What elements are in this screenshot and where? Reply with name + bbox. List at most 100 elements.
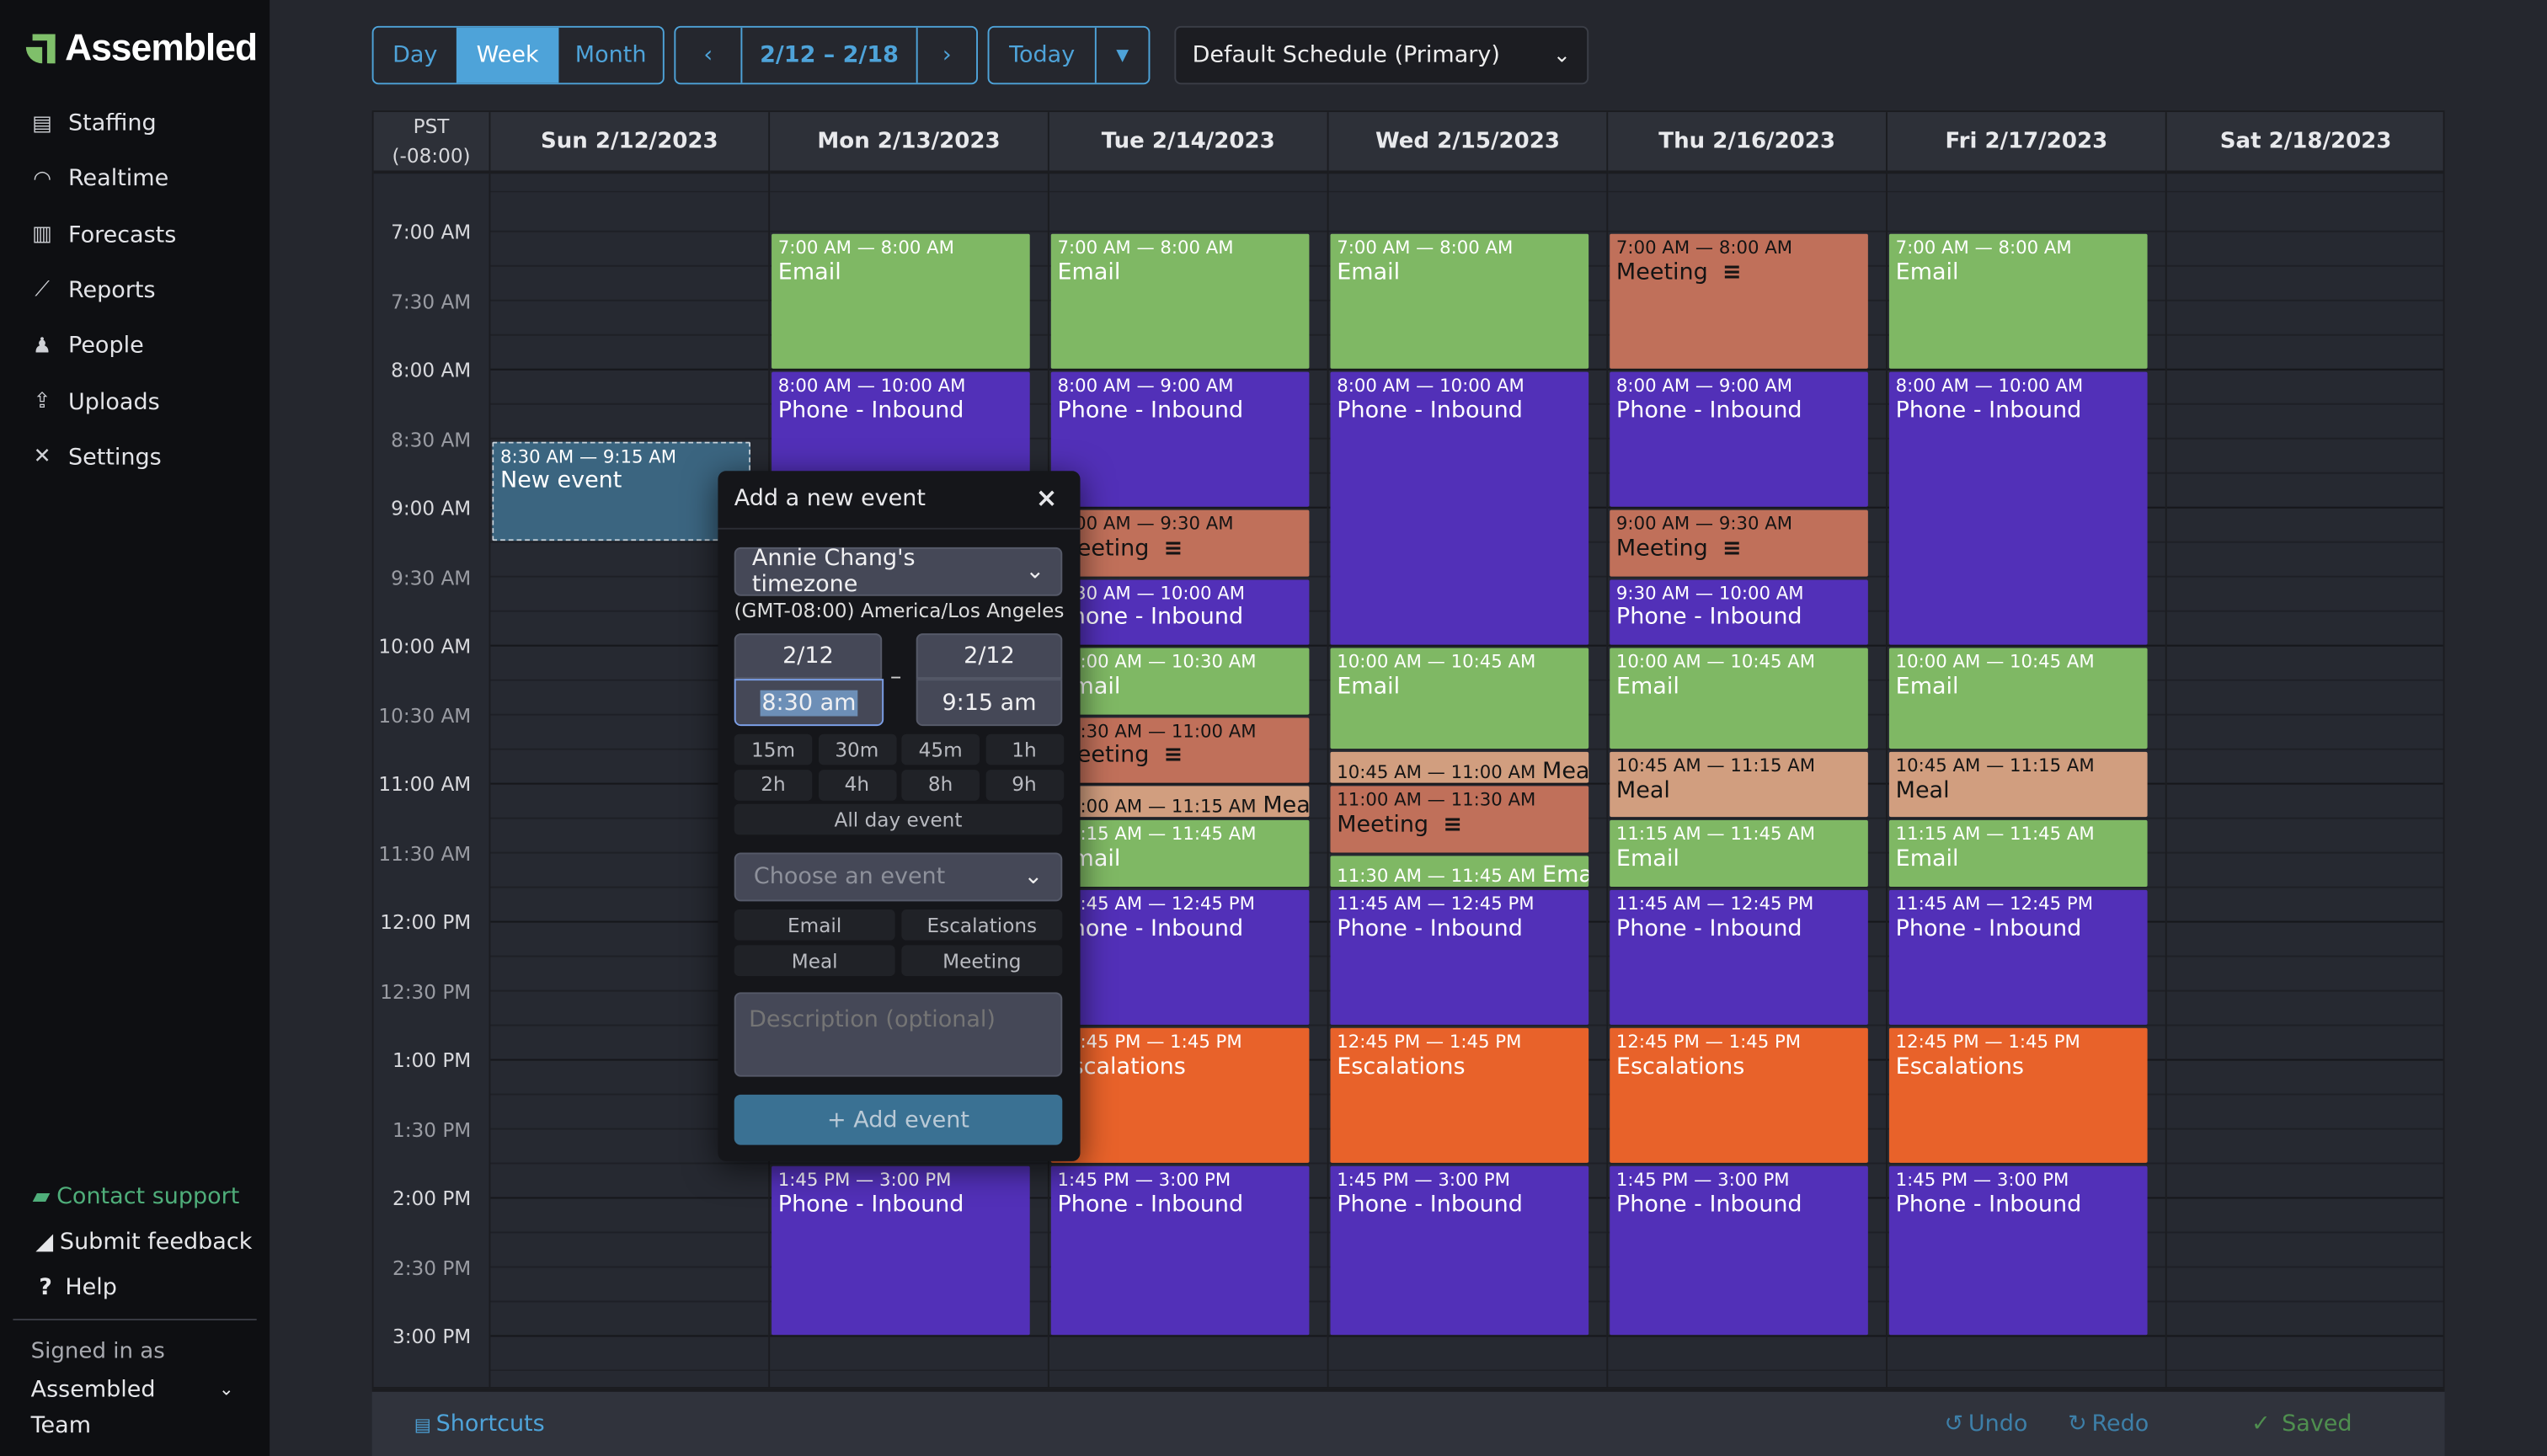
event-block[interactable]: 10:00 AM — 10:45 AM Email (1330, 648, 1589, 749)
description-input[interactable] (734, 992, 1063, 1077)
event-block[interactable]: 10:00 AM — 10:45 AM Email (1610, 648, 1868, 749)
undo-button[interactable]: ↺ Undo (1944, 1411, 2027, 1437)
start-date-input[interactable]: 2/12 (734, 633, 883, 680)
sidebar-item-realtime[interactable]: ◠ Realtime (29, 166, 168, 192)
start-time-input[interactable]: 8:30 am (734, 679, 884, 727)
sidebar-item-settings[interactable]: ✕ Settings (29, 445, 162, 471)
sidebar-item-people[interactable]: ♟ People (29, 333, 144, 360)
event-block[interactable]: 9:30 AM — 10:00 AM Phone - Inbound (1050, 579, 1310, 645)
all-day-event-button[interactable]: All day event (734, 803, 1063, 835)
logo[interactable]: Assembled (25, 26, 258, 70)
duration-15m-button[interactable]: 15m (734, 733, 813, 765)
event-block[interactable]: 9:00 AM — 9:30 AM Meeting ≡ (1050, 509, 1310, 576)
submit-feedback-link[interactable]: ◢ Submit feedback (35, 1229, 252, 1256)
sidebar-item-staffing[interactable]: ▤ Staffing (29, 110, 156, 136)
event-block[interactable]: 10:30 AM — 11:00 AM Meeting ≡ (1050, 717, 1310, 783)
day-column[interactable]: 7:00 AM — 8:00 AM Email 8:00 AM — 10:00 AM… (1887, 173, 2167, 1387)
day-header[interactable]: Thu 2/16/2023 (1608, 112, 1888, 174)
event-block[interactable]: 11:00 AM — 11:30 AM Meeting ≡ (1330, 786, 1589, 852)
event-type-escalations-button[interactable]: Escalations (901, 909, 1063, 941)
add-event-button[interactable]: + Add event (734, 1094, 1063, 1145)
day-column[interactable]: 7:00 AM — 8:00 AM Meeting ≡ 8:00 AM — 9:00… (1608, 173, 1888, 1387)
day-header[interactable]: Wed 2/15/2023 (1328, 112, 1609, 174)
event-block[interactable]: 12:45 PM — 1:45 PM Escalations (1050, 1027, 1310, 1163)
event-block[interactable]: 11:45 AM — 12:45 PM Phone - Inbound (1888, 889, 2148, 1025)
event-block[interactable]: 7:00 AM — 8:00 AM Email (1050, 233, 1310, 369)
day-header[interactable]: Fri 2/17/2023 (1887, 112, 2167, 174)
event-block[interactable]: 8:00 AM — 10:00 AM Phone - Inbound (1888, 371, 2148, 645)
event-block[interactable]: 8:00 AM — 10:00 AM Phone - Inbound (1330, 371, 1589, 645)
duration-45m-button[interactable]: 45m (901, 733, 980, 765)
event-block[interactable]: 1:45 PM — 3:00 PM Phone - Inbound (1330, 1165, 1589, 1336)
event-block[interactable]: 11:30 AM — 11:45 AM Email (1330, 855, 1589, 887)
end-date-input[interactable]: 2/12 (916, 633, 1063, 680)
event-block[interactable]: 8:00 AM — 9:00 AM Phone - Inbound (1610, 371, 1868, 507)
event-block[interactable]: 11:15 AM — 11:45 AM Email (1610, 820, 1868, 887)
event-type-meal-button[interactable]: Meal (734, 945, 895, 977)
today-dropdown-button[interactable]: ▼ (1094, 27, 1149, 83)
event-block[interactable]: 7:00 AM — 8:00 AM Meeting ≡ (1610, 233, 1868, 369)
day-header[interactable]: Mon 2/13/2023 (770, 112, 1049, 174)
date-range-button[interactable]: 2/12 – 2/18 (740, 27, 916, 83)
sidebar-item-forecasts[interactable]: ▥ Forecasts (29, 221, 176, 248)
day-column[interactable]: 7:00 AM — 8:00 AM Email 8:00 AM — 9:00 AM P… (1049, 173, 1329, 1387)
event-block[interactable]: 7:00 AM — 8:00 AM Email (1330, 233, 1589, 369)
sidebar-item-uploads[interactable]: ⇪ Uploads (29, 389, 160, 415)
event-type-email-button[interactable]: Email (734, 909, 895, 941)
event-block[interactable]: 9:30 AM — 10:00 AM Phone - Inbound (1610, 579, 1868, 645)
schedule-select[interactable]: Default Schedule (Primary) ⌄ (1174, 25, 1589, 85)
redo-button[interactable]: ↻ Redo (2068, 1411, 2149, 1437)
event-block[interactable]: 1:45 PM — 3:00 PM Phone - Inbound (772, 1165, 1030, 1336)
new-event-block[interactable]: 8:30 AM — 9:15 AM New event (492, 440, 750, 541)
today-button[interactable]: Today (989, 28, 1094, 83)
event-block[interactable]: 11:15 AM — 11:45 AM Email (1050, 820, 1310, 887)
help-link[interactable]: ? Help (39, 1275, 117, 1301)
timezone-select[interactable]: Annie Chang's timezone ⌄ (734, 546, 1063, 598)
event-block[interactable]: 11:45 AM — 12:45 PM Phone - Inbound (1610, 889, 1868, 1025)
event-block[interactable]: 12:45 PM — 1:45 PM Escalations (1888, 1027, 2148, 1163)
chat-icon: ▰ (32, 1183, 51, 1210)
duration-1h-button[interactable]: 1h (985, 733, 1064, 765)
next-week-button[interactable]: › (916, 27, 976, 83)
event-block[interactable]: 10:45 AM — 11:00 AM Meal (1330, 751, 1589, 783)
account-menu[interactable]: Assembled Team ⌄ (31, 1373, 234, 1444)
duration-30m-button[interactable]: 30m (818, 733, 896, 765)
event-block[interactable]: 1:45 PM — 3:00 PM Phone - Inbound (1888, 1165, 2148, 1336)
event-block[interactable]: 10:45 AM — 11:15 AM Meal (1610, 751, 1868, 818)
sidebar-item-reports[interactable]: ⟋ Reports (29, 278, 155, 304)
duration-8h-button[interactable]: 8h (901, 769, 980, 800)
day-column[interactable] (2166, 173, 2443, 1387)
event-block[interactable]: 7:00 AM — 8:00 AM Email (772, 233, 1030, 369)
close-icon[interactable]: × (1036, 483, 1058, 514)
duration-9h-button[interactable]: 9h (985, 769, 1064, 800)
event-type-meeting-button[interactable]: Meeting (901, 945, 1063, 977)
event-block[interactable]: 9:00 AM — 9:30 AM Meeting ≡ (1610, 509, 1868, 576)
view-month-button[interactable]: Month (557, 27, 662, 83)
event-block[interactable]: 11:45 AM — 12:45 PM Phone - Inbound (1050, 889, 1310, 1025)
event-block[interactable]: 10:00 AM — 10:45 AM Email (1888, 648, 2148, 749)
day-header[interactable]: Tue 2/14/2023 (1049, 112, 1329, 174)
event-type-select[interactable]: Choose an event ⌄ (734, 852, 1063, 902)
event-block[interactable]: 7:00 AM — 8:00 AM Email (1888, 233, 2148, 369)
event-block[interactable]: 10:00 AM — 10:30 AM Email (1050, 648, 1310, 714)
event-block[interactable]: 11:15 AM — 11:45 AM Email (1888, 820, 2148, 887)
event-block[interactable]: 10:45 AM — 11:15 AM Meal (1888, 751, 2148, 818)
event-block[interactable]: 1:45 PM — 3:00 PM Phone - Inbound (1610, 1165, 1868, 1336)
day-header[interactable]: Sat 2/18/2023 (2166, 112, 2443, 174)
duration-2h-button[interactable]: 2h (734, 769, 813, 800)
duration-4h-button[interactable]: 4h (818, 769, 896, 800)
prev-week-button[interactable]: ‹ (675, 28, 740, 83)
end-time-input[interactable]: 9:15 am (916, 679, 1063, 727)
event-block[interactable]: 11:45 AM — 12:45 PM Phone - Inbound (1330, 889, 1589, 1025)
day-column[interactable]: 7:00 AM — 8:00 AM Email 8:00 AM — 10:00 AM… (1328, 173, 1609, 1387)
event-block[interactable]: 12:45 PM — 1:45 PM Escalations (1610, 1027, 1868, 1163)
event-block[interactable]: 12:45 PM — 1:45 PM Escalations (1330, 1027, 1589, 1163)
event-block[interactable]: 8:00 AM — 9:00 AM Phone - Inbound (1050, 371, 1310, 507)
contact-support-link[interactable]: ▰ Contact support (33, 1184, 240, 1210)
view-week-button[interactable]: Week (456, 27, 558, 83)
day-header[interactable]: Sun 2/12/2023 (490, 112, 771, 174)
view-day-button[interactable]: Day (374, 28, 457, 83)
event-block[interactable]: 1:45 PM — 3:00 PM Phone - Inbound (1050, 1165, 1310, 1336)
event-block[interactable]: 11:00 AM — 11:15 AM Meal (1050, 786, 1310, 818)
shortcuts-button[interactable]: ▤ Shortcuts (414, 1411, 545, 1437)
